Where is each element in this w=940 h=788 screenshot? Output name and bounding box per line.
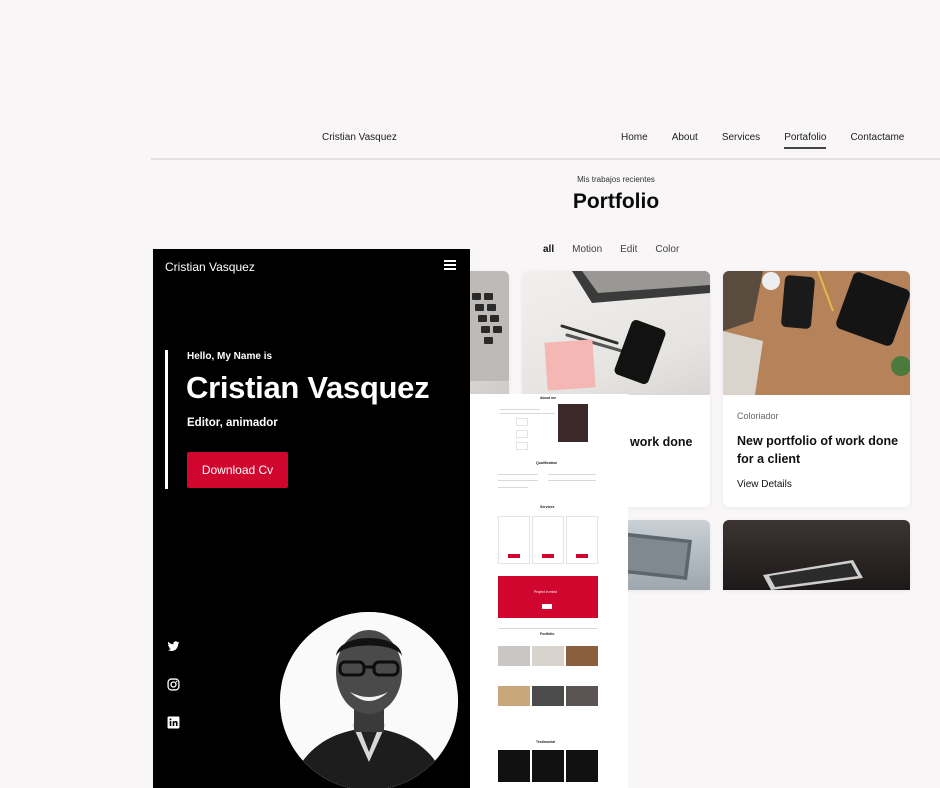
filter-edit[interactable]: Edit	[620, 244, 637, 255]
thumb-divider	[548, 474, 596, 475]
thumb-qualification-title: Qualification	[536, 461, 558, 465]
avatar	[280, 612, 458, 788]
linkedin-icon[interactable]	[167, 716, 180, 729]
thumb-divider	[500, 409, 540, 410]
portfolio-filters: all Motion Edit Color	[543, 244, 679, 255]
thumb-portfolio-image	[532, 646, 564, 666]
thumb-stat	[516, 418, 528, 426]
thumb-navbar	[498, 628, 598, 629]
thumb-portfolio-title: Portfolio	[540, 632, 555, 636]
thumb-divider	[498, 480, 538, 481]
card-title: New portfolio of work done for a client	[737, 434, 899, 466]
filter-color[interactable]: Color	[655, 244, 679, 255]
thumb-divider	[548, 480, 596, 481]
thumb-testimonial-card	[532, 750, 564, 782]
thumb-services-title: Services	[540, 505, 555, 509]
thumb-portfolio-image	[532, 686, 564, 706]
card-category: Coloriador	[737, 411, 779, 421]
card-image	[723, 271, 910, 395]
instagram-icon[interactable]	[167, 678, 180, 691]
thumb-portfolio-image	[498, 646, 530, 666]
portfolio-subtitle: Mis trabajos recientes	[577, 175, 655, 184]
view-details-link[interactable]: View Details	[737, 479, 792, 490]
site-menu: Home About Services Portafolio Contactam…	[621, 132, 928, 149]
filter-motion[interactable]: Motion	[572, 244, 602, 255]
filter-all[interactable]: all	[543, 244, 554, 255]
twitter-icon[interactable]	[167, 640, 180, 653]
thumb-photo	[558, 404, 588, 442]
thumb-divider	[500, 413, 555, 414]
card-image	[723, 520, 910, 590]
portfolio-card[interactable]: Coloriador New portfolio of work done fo…	[723, 271, 910, 507]
thumb-service-button	[508, 554, 520, 558]
hamburger-menu-icon[interactable]	[444, 260, 456, 270]
thumb-stat	[516, 442, 528, 450]
thumb-portfolio-image	[566, 686, 598, 706]
site-navbar: Cristian Vasquez Home About Services Por…	[151, 118, 940, 160]
thumb-project-button	[542, 604, 552, 609]
site-brand[interactable]: Cristian Vasquez	[322, 132, 397, 143]
nav-services[interactable]: Services	[722, 132, 760, 149]
thumb-divider	[498, 474, 538, 475]
page-thumbnail: About me Qualification Services Project …	[470, 394, 628, 788]
nav-contactame[interactable]: Contactame	[850, 132, 904, 149]
card-image	[522, 271, 710, 395]
thumb-testimonial-card	[566, 750, 598, 782]
hero-role: Editor, animador	[187, 417, 278, 429]
thumb-portfolio-image	[498, 686, 530, 706]
mobile-preview: Cristian Vasquez Hello, My Name is Crist…	[153, 249, 470, 788]
portfolio-card[interactable]	[723, 520, 910, 590]
nav-home[interactable]: Home	[621, 132, 648, 149]
hero-name: Cristian Vasquez	[186, 370, 430, 405]
thumb-portfolio-image	[566, 646, 598, 666]
thumb-testimonial-title: Testimonial	[536, 740, 556, 744]
card-title: work done	[630, 435, 693, 449]
nav-about[interactable]: About	[672, 132, 698, 149]
download-cv-button[interactable]: Download Cv	[187, 452, 288, 488]
thumb-service-button	[542, 554, 554, 558]
thumb-stat	[516, 430, 528, 438]
portfolio-title: Portfolio	[572, 190, 660, 213]
thumb-project-banner	[498, 576, 598, 618]
thumb-service-button	[576, 554, 588, 558]
thumb-project-title: Project in mind	[534, 590, 558, 594]
thumb-testimonial-card	[498, 750, 530, 782]
thumb-about-title: About me	[540, 396, 557, 400]
nav-portafolio[interactable]: Portafolio	[784, 132, 827, 149]
mobile-brand[interactable]: Cristian Vasquez	[165, 260, 255, 274]
thumb-divider	[498, 487, 528, 488]
hero-accent-bar	[165, 350, 168, 489]
hero-greeting: Hello, My Name is	[187, 351, 273, 362]
